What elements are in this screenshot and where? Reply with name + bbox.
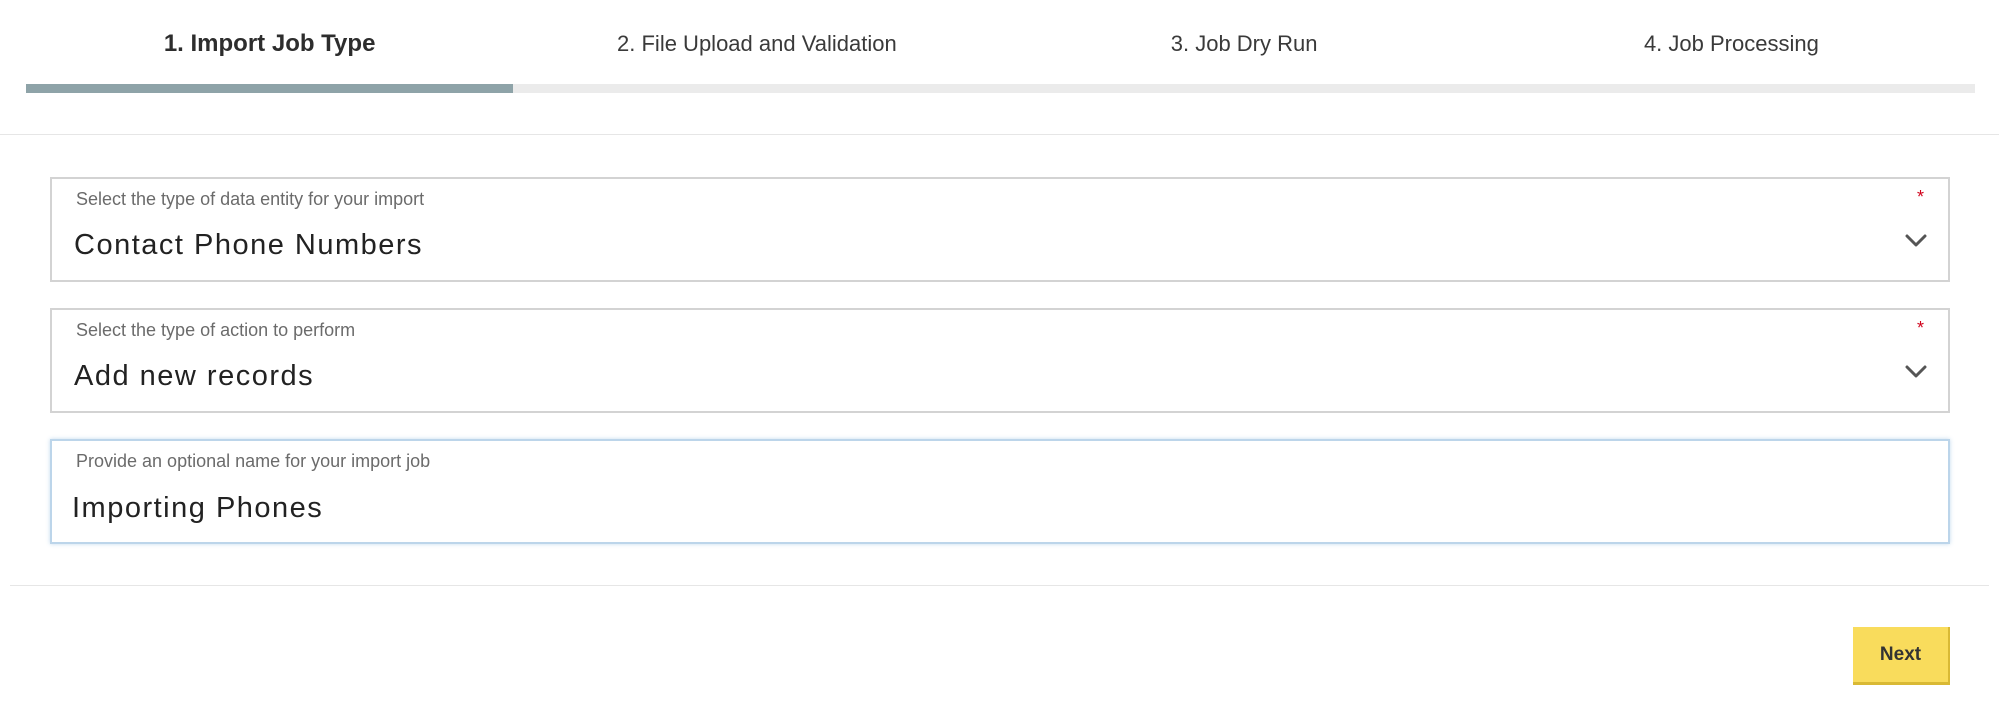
step-list: 1. Import Job Type 2. File Upload and Va… — [26, 0, 1975, 84]
step-job-processing[interactable]: 4. Job Processing — [1488, 0, 1975, 84]
entity-type-label: Select the type of data entity for your … — [76, 189, 425, 209]
entity-type-required-marker: * — [1916, 187, 1924, 207]
action-type-required-marker: * — [1916, 318, 1924, 338]
next-button[interactable]: Next — [1853, 627, 1950, 685]
action-type-select[interactable]: Select the type of action to perform * A… — [50, 308, 1950, 413]
header-divider — [0, 134, 1999, 135]
footer-divider — [10, 585, 1989, 586]
chevron-down-icon[interactable] — [1904, 364, 1928, 380]
chevron-down-icon[interactable] — [1904, 233, 1928, 249]
step-progress-track — [26, 84, 1975, 93]
step-import-job-type[interactable]: 1. Import Job Type — [26, 0, 513, 84]
step-progress-fill — [26, 84, 514, 93]
import-job-wizard: 1. Import Job Type 2. File Upload and Va… — [0, 0, 1999, 707]
job-name-input[interactable] — [72, 487, 1922, 529]
step-file-upload-validation[interactable]: 2. File Upload and Validation — [513, 0, 1000, 84]
action-type-label: Select the type of action to perform — [76, 320, 356, 340]
job-name-field[interactable]: Provide an optional name for your import… — [50, 439, 1950, 544]
action-type-value: Add new records — [74, 360, 315, 392]
entity-type-value: Contact Phone Numbers — [74, 229, 424, 261]
job-name-label: Provide an optional name for your import… — [76, 451, 431, 471]
wizard-stepper: 1. Import Job Type 2. File Upload and Va… — [26, 0, 1975, 94]
entity-type-select[interactable]: Select the type of data entity for your … — [50, 177, 1950, 282]
step-job-dry-run[interactable]: 3. Job Dry Run — [1001, 0, 1488, 84]
